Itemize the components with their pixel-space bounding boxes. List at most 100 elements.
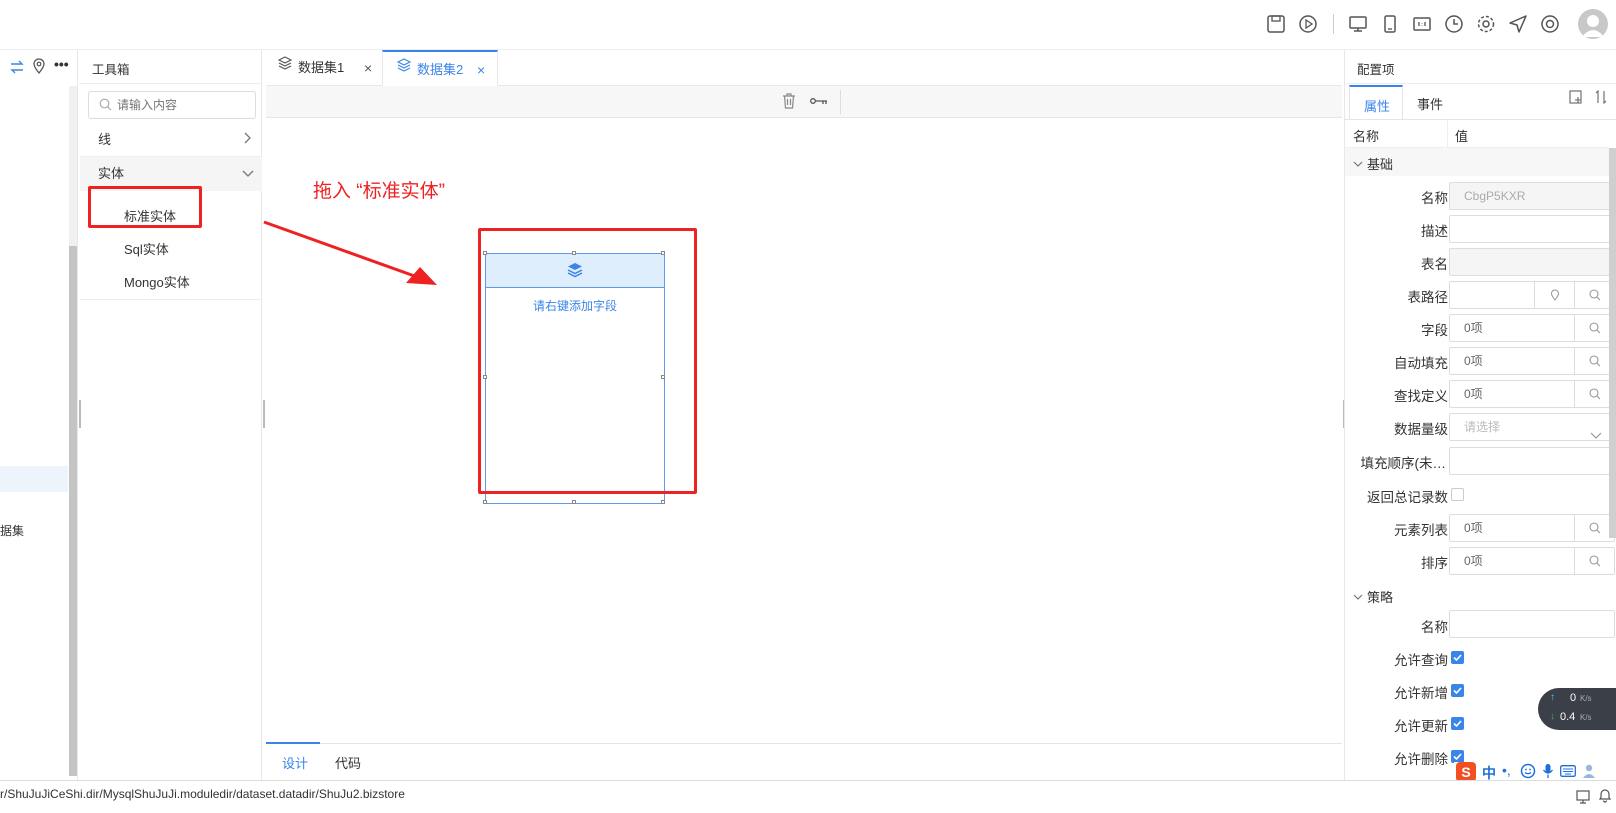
prop-desc-input[interactable] [1449, 215, 1615, 243]
network-speed-widget[interactable]: ↑ 0 K/s ↓ 0.4 K/s [1538, 688, 1616, 730]
keyboard-icon[interactable] [1560, 765, 1576, 780]
prop-label-allow-update: 允许更新 [1394, 719, 1448, 734]
search-button[interactable] [1574, 515, 1614, 541]
search-button[interactable] [1574, 381, 1614, 407]
status-bar: r/ShuJuJiCeShi.dir/MysqlShuJuJi.moduledi… [0, 780, 1616, 808]
toolbox-group-line[interactable]: 线 [80, 123, 262, 157]
link-icon[interactable] [810, 95, 828, 110]
trash-icon[interactable] [782, 93, 796, 112]
chevron-down-icon [1353, 156, 1363, 171]
file-path: r/ShuJuJiCeShi.dir/MysqlShuJuJi.moduledi… [0, 787, 405, 801]
tab-dataset-2[interactable]: 数据集2 × [382, 50, 498, 87]
header-value: 值 [1455, 129, 1469, 144]
prop-fields-input[interactable]: 0项 [1449, 314, 1615, 342]
config-scrollbar-thumb[interactable] [1609, 148, 1616, 538]
allow-add-checkbox[interactable] [1451, 684, 1464, 697]
tree-scrollbar-thumb[interactable] [69, 246, 77, 776]
tab-design[interactable]: 设计 [282, 753, 308, 772]
prop-value: 0项 [1464, 521, 1483, 535]
send-icon[interactable] [1506, 12, 1530, 36]
upload-arrow-icon: ↑ [1550, 692, 1555, 703]
add-file-icon[interactable] [1569, 90, 1583, 107]
sogou-logo-icon[interactable]: S [1456, 762, 1476, 782]
toolbox-search-input[interactable] [117, 94, 251, 116]
prop-volume-select[interactable]: 请选择 [1449, 413, 1615, 441]
locate-icon[interactable] [32, 58, 46, 77]
resize-handle[interactable] [661, 500, 665, 504]
allow-update-checkbox[interactable] [1451, 717, 1464, 730]
gear-icon[interactable] [1474, 12, 1498, 36]
section-basic[interactable]: 基础 [1345, 148, 1609, 176]
toolbar-divider [840, 90, 841, 114]
prop-label-policy-name: 名称 [1421, 620, 1448, 635]
punctuation-icon[interactable]: •, [1502, 762, 1511, 778]
prop-table-input[interactable] [1449, 248, 1615, 276]
more-icon[interactable]: ••• [54, 56, 69, 72]
search-button[interactable] [1574, 282, 1614, 308]
prop-value: 请选择 [1464, 420, 1501, 434]
history-icon[interactable] [1442, 12, 1466, 36]
close-icon[interactable]: × [364, 50, 372, 86]
help-icon[interactable] [1538, 12, 1562, 36]
toolbox-panel: 工具箱 线 实体 标准实体 Sql实体 Mongo实体 [80, 50, 262, 780]
section-label: 策略 [1367, 590, 1394, 605]
chevron-right-icon [242, 123, 252, 157]
chevron-down-icon [242, 157, 254, 191]
prop-header: 名称 值 [1345, 120, 1609, 148]
prop-label-volume: 数据量级 [1394, 422, 1448, 437]
tab-dataset-1[interactable]: 数据集1 × [276, 50, 388, 86]
tab-label: 属性 [1364, 99, 1391, 114]
prop-label-lookup: 查找定义 [1394, 389, 1448, 404]
tree-item-label[interactable]: 据集 [0, 522, 24, 539]
tab-label: 数据集2 [417, 62, 464, 77]
toolbox-item-mongo-entity[interactable]: Mongo实体 [124, 272, 190, 291]
search-button[interactable] [1574, 315, 1614, 341]
splitter-handle[interactable] [79, 400, 81, 428]
search-button[interactable] [1574, 548, 1614, 574]
view-mode-tabs: 设计 代码 [266, 742, 1342, 779]
prop-label-sort: 排序 [1421, 556, 1448, 571]
avatar[interactable] [1578, 9, 1608, 39]
prop-autofill-input[interactable]: 0项 [1449, 347, 1615, 375]
sort-icon[interactable] [1595, 89, 1607, 107]
tab-events[interactable]: 事件 [1417, 94, 1443, 113]
prop-policy-name-input[interactable] [1449, 610, 1615, 638]
resize-handle[interactable] [483, 500, 487, 504]
return-total-checkbox[interactable] [1451, 488, 1464, 501]
divider [1345, 83, 1616, 84]
section-policy[interactable]: 策略 [1345, 580, 1609, 608]
prop-element-list-input[interactable]: 0项 [1449, 514, 1615, 542]
divider [1447, 120, 1448, 148]
prop-value: 0项 [1464, 387, 1483, 401]
ratio-icon[interactable] [1410, 12, 1434, 36]
save-icon[interactable] [1264, 12, 1288, 36]
toolbox-search [88, 91, 256, 119]
mobile-icon[interactable] [1378, 12, 1402, 36]
prop-label-fields: 字段 [1421, 323, 1448, 338]
prop-name-input[interactable]: CbgP5KXR [1449, 182, 1615, 210]
search-button[interactable] [1574, 348, 1614, 374]
toolbox-item-sql-entity[interactable]: Sql实体 [124, 239, 169, 258]
monitor-icon[interactable] [1576, 787, 1590, 813]
upload-speed: 0 [1570, 692, 1577, 704]
close-icon[interactable]: × [477, 52, 485, 88]
tab-properties[interactable]: 属性 [1349, 85, 1403, 119]
prop-sort-input[interactable]: 0项 [1449, 547, 1615, 575]
locate-button[interactable] [1534, 282, 1574, 308]
play-icon[interactable] [1296, 12, 1320, 36]
prop-label-return-total: 返回总记录数 [1367, 490, 1448, 505]
prop-table-path-input[interactable] [1449, 281, 1615, 309]
resize-handle[interactable] [572, 500, 576, 504]
highlight-box [478, 228, 697, 494]
tab-code[interactable]: 代码 [335, 753, 361, 772]
download-arrow-icon: ↓ [1550, 711, 1555, 722]
prop-fill-order-input[interactable] [1449, 447, 1615, 475]
prop-lookup-input[interactable]: 0项 [1449, 380, 1615, 408]
desktop-icon[interactable] [1346, 12, 1370, 36]
swap-icon[interactable] [10, 60, 24, 77]
allow-query-checkbox[interactable] [1451, 651, 1464, 664]
splitter-handle[interactable] [263, 400, 265, 428]
tree-item-selected[interactable] [0, 466, 68, 492]
design-canvas[interactable] [266, 118, 1342, 743]
bell-icon[interactable] [1598, 786, 1612, 812]
